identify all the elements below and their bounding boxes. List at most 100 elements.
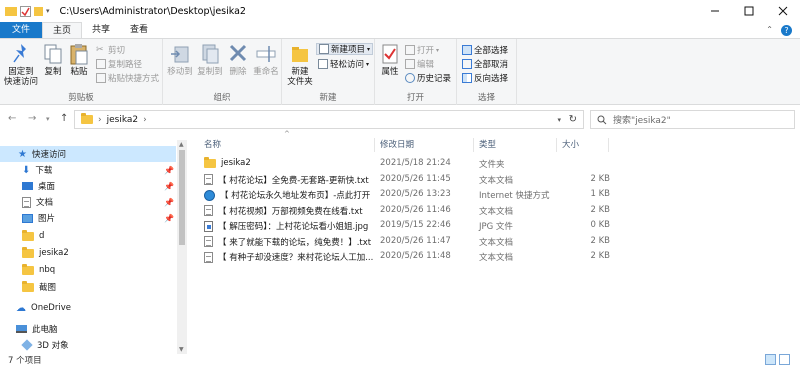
paste-shortcut-button[interactable]: 粘贴快捷方式 <box>96 72 159 84</box>
address-dropdown-icon[interactable]: ▾ <box>557 116 561 124</box>
copy-button[interactable]: 复制 <box>42 42 64 77</box>
new-group: 新建 文件夹 新建项目 ▾ 轻松访问 ▾ 新建 <box>282 39 375 105</box>
nav-item-desktop[interactable]: 桌面 📌 <box>0 178 176 194</box>
file-row[interactable]: 【 村花论坛永久地址发布页】-点此打开 2020/5/26 13:23 Intern… <box>200 188 620 202</box>
file-row[interactable]: 【 来了就能下载的论坛，纯免费！】.txt 2020/5/26 11:47 文本文档… <box>200 235 620 249</box>
rename-button[interactable]: 重命名 <box>252 42 280 77</box>
pin-icon[interactable]: 📌 <box>164 198 174 207</box>
delete-button[interactable]: 删除 <box>227 42 249 77</box>
file-name: 【 有种子却没速度？来村花论坛人工加... <box>218 253 374 263</box>
tab-file[interactable]: 文件 <box>0 22 43 38</box>
easy-access-button[interactable]: 轻松访问 ▾ <box>318 58 369 70</box>
help-icon[interactable]: ? <box>781 25 792 36</box>
refresh-icon[interactable]: ↻ <box>569 114 577 125</box>
file-type: JPG 文件 <box>479 222 513 232</box>
new-folder-icon[interactable] <box>34 6 43 16</box>
file-row[interactable]: 【 村花视频】万部视频免费在线看.txt 2020/5/26 11:46 文本文档 2… <box>200 204 620 218</box>
pin-icon[interactable]: 📌 <box>164 182 174 191</box>
delete-icon <box>229 44 247 62</box>
dropdown-arrow-icon: ▾ <box>367 45 371 53</box>
large-icons-view-button[interactable] <box>779 354 790 365</box>
back-icon[interactable]: ← <box>8 113 16 124</box>
scrollbar-thumb[interactable] <box>179 150 185 245</box>
minimize-button[interactable] <box>698 0 732 22</box>
select-all-button[interactable]: 全部选择 <box>462 44 508 56</box>
details-view-button[interactable] <box>765 354 776 365</box>
internet-shortcut-icon <box>204 189 215 201</box>
nav-scrollbar[interactable]: ▲ ▼ <box>177 140 187 354</box>
select-group-label: 选择 <box>477 93 495 103</box>
history-button[interactable]: 历史记录 <box>405 72 451 84</box>
address-row: ← → ▾ ↑ › jesika2 › ▾ ↻ 搜索"jesika2" <box>0 106 800 132</box>
file-name: 【 村花论坛永久地址发布页】-点此打开 <box>220 191 371 201</box>
file-type: 文本文档 <box>479 206 514 217</box>
cut-button[interactable]: ✂ 剪切 <box>96 44 125 56</box>
file-row[interactable]: 【 村花论坛】全免费-无套路-更新快.txt 2020/5/26 11:45 文本文… <box>200 173 620 187</box>
scroll-down-icon[interactable]: ▼ <box>179 346 184 353</box>
column-header-type[interactable]: 类型 <box>479 138 496 152</box>
search-input[interactable]: 搜索"jesika2" <box>590 110 795 129</box>
computer-icon <box>16 325 27 333</box>
forward-icon[interactable]: → <box>28 113 36 124</box>
pin-icon[interactable]: 📌 <box>164 166 174 175</box>
qat-dropdown-icon[interactable]: ▾ <box>46 7 50 15</box>
nav-item-d[interactable]: d <box>0 228 176 244</box>
nav-item-quick-access[interactable]: ★ 快速访问 <box>0 146 176 162</box>
file-date: 2020/5/26 11:48 <box>380 251 451 261</box>
tab-view[interactable]: 查看 <box>120 22 158 38</box>
copy-to-button[interactable]: 复制到 <box>196 42 224 77</box>
edit-button[interactable]: 编辑 <box>405 58 434 70</box>
tab-share[interactable]: 共享 <box>82 22 120 38</box>
cloud-icon: ☁ <box>16 302 26 314</box>
file-name: 【 解压密码】：上村花论坛看小姐姐.jpg <box>218 222 369 232</box>
file-name-cell: 【 村花视频】万部视频免费在线看.txt <box>204 205 363 217</box>
collapse-ribbon-icon[interactable]: ⌃ <box>766 25 773 36</box>
file-size: 2 KB <box>590 204 610 215</box>
recent-locations-icon[interactable]: ▾ <box>46 115 50 123</box>
file-row[interactable]: 【 解压密码】：上村花论坛看小姐姐.jpg 2019/5/15 22:46 JPG … <box>200 219 620 233</box>
folder-icon <box>22 280 34 292</box>
breadcrumb[interactable]: jesika2 <box>107 115 139 125</box>
nav-item-nbq[interactable]: nbq <box>0 262 176 278</box>
properties-button[interactable]: 属性 <box>378 42 402 77</box>
file-type: 文本文档 <box>479 253 514 263</box>
pin-icon[interactable]: 📌 <box>164 214 174 223</box>
select-none-button[interactable]: 全部取消 <box>462 58 508 70</box>
nav-item-pictures[interactable]: 图片 📌 <box>0 210 176 226</box>
paste-button[interactable]: 粘贴 <box>68 42 90 77</box>
file-row[interactable]: 【 有种子却没速度？来村花论坛人工加... 2020/5/26 11:48 文本文档… <box>200 250 620 264</box>
address-bar[interactable]: › jesika2 › ▾ ↻ <box>74 110 584 129</box>
new-item-button[interactable]: 新建项目 ▾ <box>316 43 374 55</box>
up-icon[interactable]: ↑ <box>60 113 68 124</box>
nav-item-this-pc[interactable]: 此电脑 <box>0 321 176 337</box>
properties-icon[interactable] <box>20 5 31 17</box>
window-title: C:\Users\Administrator\Desktop\jesika2 <box>59 5 246 17</box>
scroll-up-icon[interactable]: ▲ <box>179 141 184 148</box>
nav-item-jesika2[interactable]: jesika2 <box>0 245 176 261</box>
new-folder-button[interactable]: 新建 文件夹 <box>285 42 315 87</box>
column-header-size[interactable]: 大小 <box>562 138 579 152</box>
maximize-button[interactable] <box>732 0 766 22</box>
cube-icon <box>21 339 33 351</box>
file-name: 【 村花论坛】全免费-无套路-更新快.txt <box>218 175 369 186</box>
copy-path-button[interactable]: 复制路径 <box>96 58 142 70</box>
invert-selection-icon <box>462 73 472 83</box>
nav-item-downloads[interactable]: ⬇ 下载 📌 <box>0 162 176 178</box>
nav-item-documents[interactable]: 文档 📌 <box>0 194 176 210</box>
move-to-button[interactable]: 移动到 <box>166 42 194 77</box>
file-row[interactable]: jesika2 2021/5/18 21:24 文件夹 <box>200 156 620 171</box>
column-header-date[interactable]: 修改日期 <box>380 138 414 152</box>
close-button[interactable] <box>766 0 800 22</box>
paste-icon <box>70 44 88 65</box>
pin-quick-access-button[interactable]: 固定到 快速访问 <box>3 42 39 87</box>
file-date: 2020/5/26 11:45 <box>380 173 451 184</box>
nav-item-3d-objects[interactable]: 3D 对象 <box>0 337 176 353</box>
nav-item-onedrive[interactable]: ☁ OneDrive <box>0 300 176 316</box>
open-button[interactable]: 打开 ▾ <box>405 44 439 56</box>
nav-item-screenshots[interactable]: 截图 <box>0 279 176 295</box>
search-icon <box>597 115 607 124</box>
tab-home[interactable]: 主页 <box>42 22 83 38</box>
invert-selection-button[interactable]: 反向选择 <box>462 72 508 84</box>
rename-icon <box>256 46 276 62</box>
column-header-name[interactable]: 名称 <box>204 138 221 152</box>
